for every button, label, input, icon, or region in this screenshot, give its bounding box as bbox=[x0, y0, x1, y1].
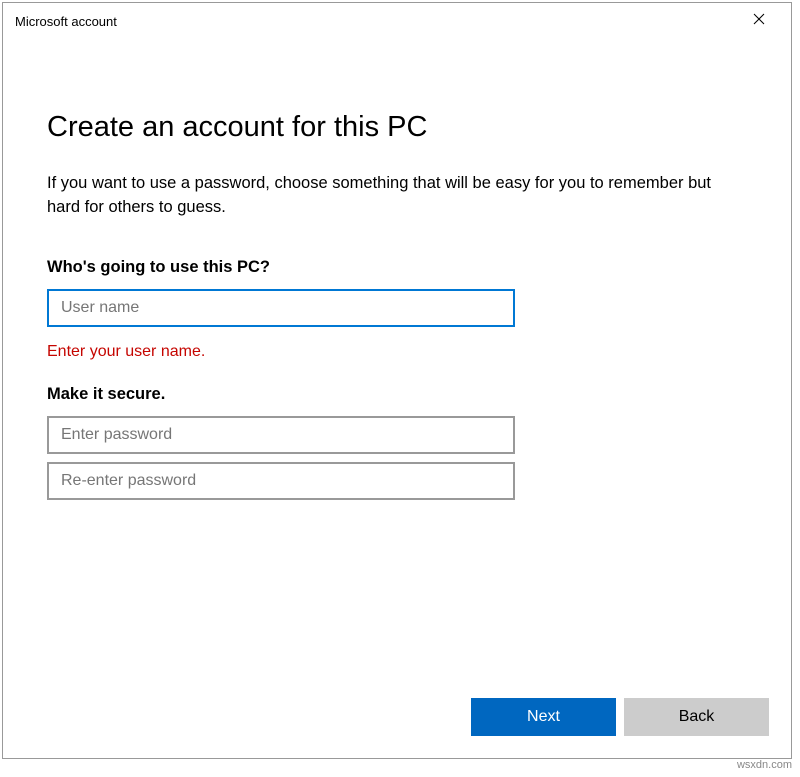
close-button[interactable] bbox=[737, 4, 781, 34]
password-section: Make it secure. bbox=[47, 385, 747, 500]
page-description: If you want to use a password, choose so… bbox=[47, 172, 747, 220]
username-section: Who's going to use this PC? Enter your u… bbox=[47, 258, 747, 361]
password-input[interactable] bbox=[47, 416, 515, 454]
username-label: Who's going to use this PC? bbox=[47, 258, 747, 277]
close-icon bbox=[753, 13, 765, 25]
watermark: wsxdn.com bbox=[737, 759, 792, 771]
titlebar: Microsoft account bbox=[3, 3, 791, 39]
next-button[interactable]: Next bbox=[471, 698, 616, 736]
password-label: Make it secure. bbox=[47, 385, 747, 404]
content-area: Create an account for this PC If you wan… bbox=[3, 39, 791, 698]
username-input[interactable] bbox=[47, 289, 515, 327]
footer-buttons: Next Back bbox=[3, 698, 791, 758]
password-confirm-input[interactable] bbox=[47, 462, 515, 500]
page-heading: Create an account for this PC bbox=[47, 111, 747, 144]
back-button[interactable]: Back bbox=[624, 698, 769, 736]
username-error: Enter your user name. bbox=[47, 343, 747, 361]
dialog-window: Microsoft account Create an account for … bbox=[2, 2, 792, 759]
window-title: Microsoft account bbox=[15, 14, 117, 29]
